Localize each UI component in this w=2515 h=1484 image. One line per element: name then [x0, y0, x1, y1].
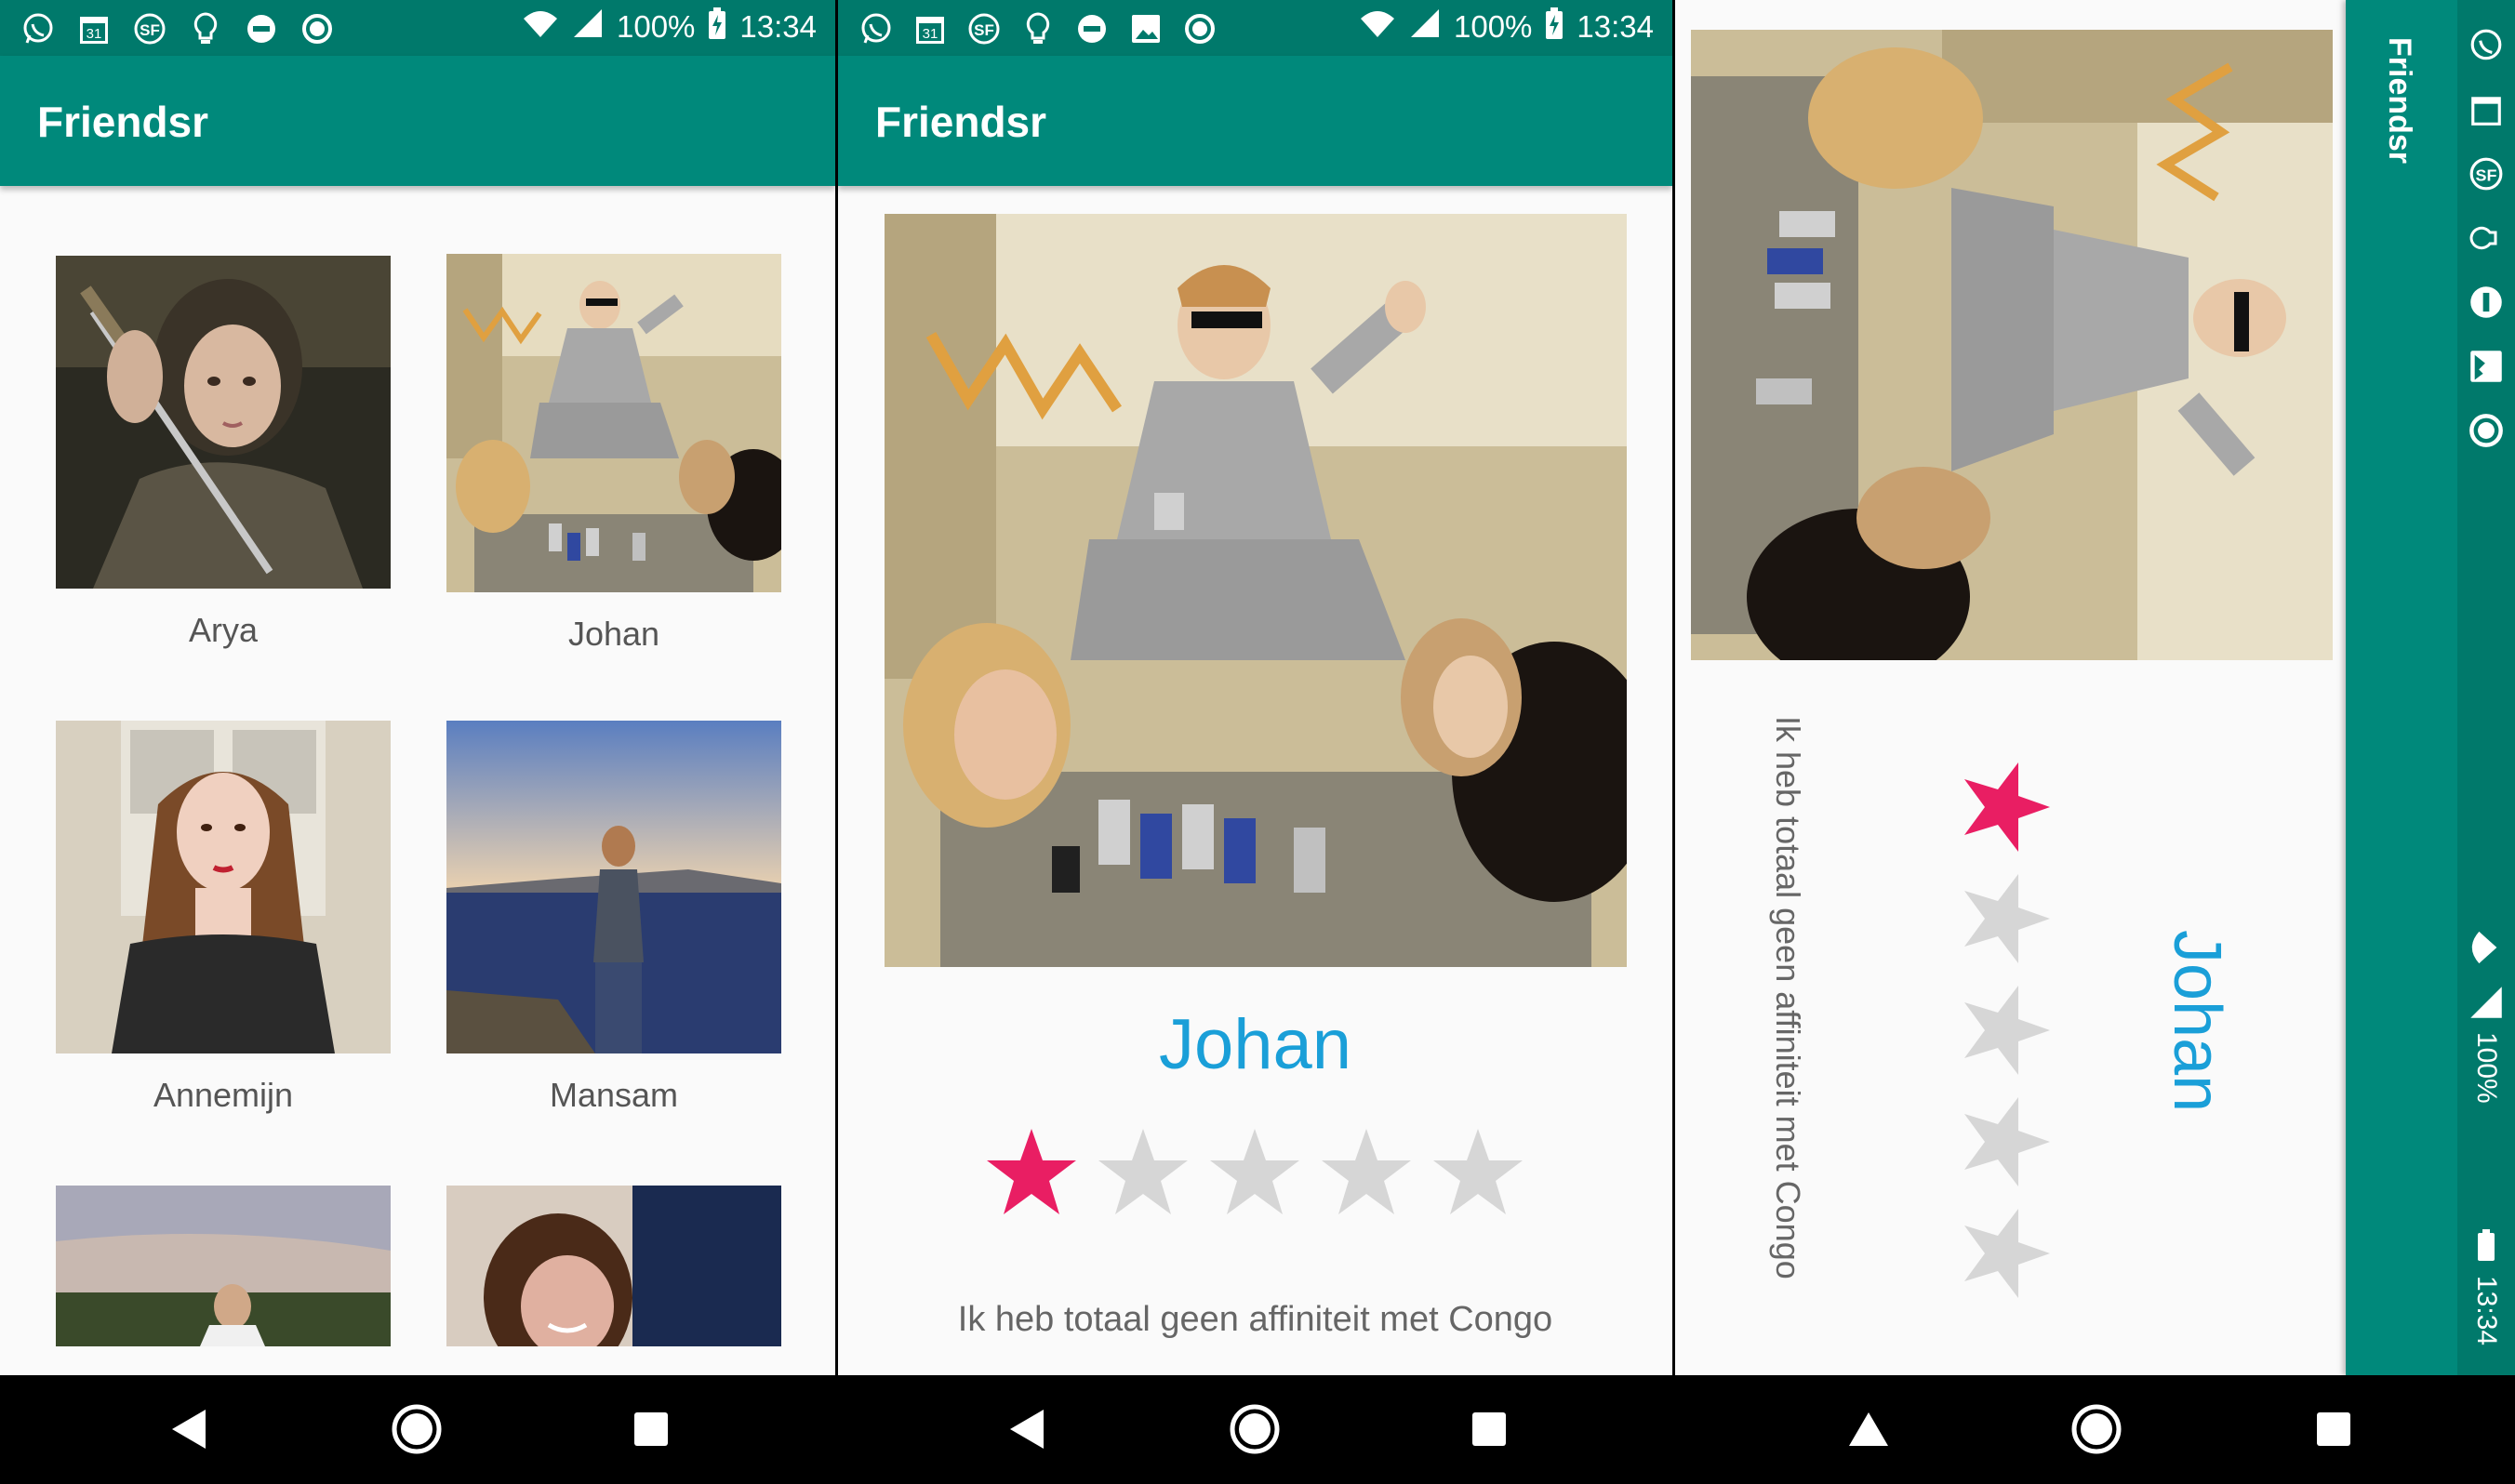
app-title: Friendsr	[875, 98, 1047, 146]
status-bar: 31 SF 100% 13:34	[838, 0, 1672, 56]
rating-bar[interactable]	[1961, 761, 2054, 1300]
lightbulb-icon	[2468, 220, 2504, 260]
svg-text:SF: SF	[140, 21, 160, 39]
friend-name: Johan	[567, 615, 660, 653]
friend-photo	[56, 721, 391, 1053]
star-icon[interactable]	[985, 1125, 1078, 1218]
svg-text:SF: SF	[974, 21, 994, 39]
sf-icon: SF	[132, 11, 167, 46]
clock: 13:34	[1577, 9, 1654, 44]
svg-text:31: 31	[923, 26, 938, 42]
friend-photo	[446, 1186, 781, 1346]
friend-card-annemijn[interactable]: Annemijn	[56, 721, 391, 1115]
svg-text:31: 31	[86, 26, 102, 42]
circle-icon	[2468, 413, 2504, 453]
friend-detail-landscape-screen: Ik heb totaal geen affiniteit met Congo …	[1675, 0, 2515, 1484]
signal-icon	[2468, 985, 2504, 1025]
battery-percent: 100%	[2471, 1032, 2502, 1104]
back-icon[interactable]	[1001, 1403, 1053, 1455]
recents-icon[interactable]	[625, 1403, 677, 1455]
battery-percent: 100%	[1454, 9, 1533, 44]
friend-name: Johan	[2160, 930, 2234, 1113]
star-icon[interactable]	[1961, 1207, 2054, 1300]
star-icon[interactable]	[1208, 1125, 1301, 1218]
dnd-icon	[1074, 11, 1110, 46]
back-icon[interactable]	[1843, 1403, 1895, 1455]
friend-photo	[446, 721, 781, 1053]
app-bar: Friendsr	[838, 56, 1672, 186]
friend-photo	[56, 1186, 391, 1346]
friend-photo	[1691, 30, 2333, 660]
friend-name: Johan	[1158, 1005, 1352, 1084]
lightbulb-icon	[1020, 11, 1056, 46]
star-icon[interactable]	[1961, 872, 2054, 965]
signal-icon	[1409, 7, 1441, 46]
wifi-icon	[2468, 930, 2504, 970]
sf-icon: SF	[2468, 156, 2504, 196]
recents-icon[interactable]	[2308, 1403, 2360, 1455]
clock: 13:34	[739, 9, 817, 44]
back-icon[interactable]	[163, 1403, 215, 1455]
friend-bio: Ik heb totaal geen affiniteit met Congo	[1769, 716, 1807, 1279]
battery-icon	[1545, 7, 1564, 46]
calendar-icon	[2468, 92, 2504, 132]
navigation-bar	[1675, 1375, 2515, 1484]
app-bar: Friendsr	[0, 56, 835, 186]
image-icon	[2468, 349, 2504, 389]
whatsapp-icon	[2468, 28, 2504, 68]
star-icon[interactable]	[1320, 1125, 1413, 1218]
whatsapp-icon	[20, 11, 56, 46]
status-bar: SF 100% 13:34	[2457, 0, 2515, 1376]
star-icon[interactable]	[1431, 1125, 1524, 1218]
dnd-icon	[244, 11, 279, 46]
friend-detail-screen: 31 SF 100% 13:34 Friendsr Johan Ik heb t…	[838, 0, 1672, 1484]
svg-text:SF: SF	[2476, 166, 2497, 184]
navigation-bar	[0, 1375, 835, 1484]
friend-photo	[885, 214, 1627, 967]
friend-card-johan[interactable]: Johan	[446, 254, 781, 654]
circle-icon	[299, 11, 335, 46]
clock: 13:34	[2471, 1276, 2502, 1346]
battery-icon	[2476, 1229, 2496, 1265]
app-title: Friendsr	[2382, 37, 2417, 165]
sf-icon: SF	[966, 11, 1002, 46]
app-title: Friendsr	[37, 98, 209, 146]
navigation-bar	[838, 1375, 1672, 1484]
home-icon[interactable]	[391, 1403, 443, 1455]
star-icon[interactable]	[1961, 1095, 2054, 1188]
friend-card-arya[interactable]: Arya	[56, 256, 391, 650]
friend-photo	[56, 256, 391, 589]
recents-icon[interactable]	[1463, 1403, 1515, 1455]
friend-name: Annemijn	[153, 1076, 294, 1114]
circle-icon	[1182, 11, 1218, 46]
friend-card-5[interactable]	[56, 1186, 391, 1369]
battery-percent: 100%	[617, 9, 696, 44]
friend-photo	[446, 254, 781, 592]
star-icon[interactable]	[1097, 1125, 1190, 1218]
home-icon[interactable]	[2070, 1403, 2122, 1455]
image-icon	[1128, 11, 1164, 46]
friends-grid-screen: 31 SF 100% 13:34 Friendsr Arya Johan Ann…	[0, 0, 835, 1484]
star-icon[interactable]	[1961, 984, 2054, 1077]
friend-name: Arya	[188, 611, 259, 649]
status-bar: 31 SF 100% 13:34	[0, 0, 835, 56]
home-icon[interactable]	[1229, 1403, 1281, 1455]
star-icon[interactable]	[1961, 761, 2054, 854]
friend-name: Mansam	[549, 1076, 679, 1114]
friend-bio: Ik heb totaal geen affiniteit met Congo	[957, 1300, 1553, 1339]
calendar-icon: 31	[912, 11, 948, 46]
friend-card-6[interactable]	[446, 1186, 781, 1369]
wifi-icon	[1359, 7, 1396, 46]
rating-bar[interactable]	[985, 1125, 1524, 1218]
lightbulb-icon	[188, 11, 223, 46]
whatsapp-icon	[858, 11, 894, 46]
signal-icon	[572, 7, 604, 46]
app-bar: Friendsr	[2346, 0, 2457, 1376]
wifi-icon	[522, 7, 559, 46]
calendar-icon: 31	[76, 11, 112, 46]
battery-icon	[708, 7, 726, 46]
dnd-icon	[2468, 285, 2504, 325]
friend-card-mansam[interactable]: Mansam	[446, 721, 781, 1115]
